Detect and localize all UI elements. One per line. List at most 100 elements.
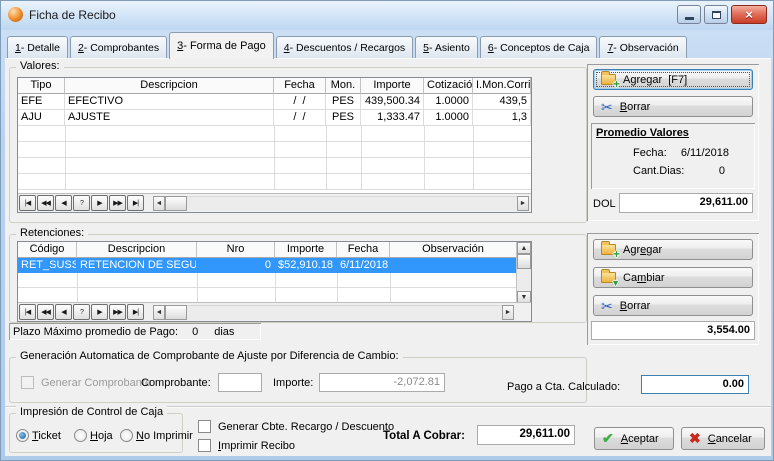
- nav-next-page-button[interactable]: ▶▶: [109, 304, 126, 320]
- promedio-dias-value: 0: [719, 165, 725, 177]
- generar-recargo-label[interactable]: Generar Cbte. Recargo / Descuento: [218, 421, 394, 433]
- tab-observacion[interactable]: 7 - Observación: [599, 36, 686, 58]
- ticket-radio-label[interactable]: Ticket: [32, 430, 61, 442]
- retenciones-agregar-label: Agregar: [623, 244, 662, 256]
- generacion-group-label: Generación Automatica de Comprobante de …: [16, 350, 403, 362]
- vscroll-up-arrow[interactable]: ▲: [517, 242, 531, 254]
- aceptar-button[interactable]: ✔ Aceptar: [594, 427, 674, 450]
- tab-conceptos-de-caja[interactable]: 6 - Conceptos de Caja: [480, 36, 598, 58]
- nav-prior-button[interactable]: ◀: [55, 304, 72, 320]
- tab-comprobantes[interactable]: 2 - Comprobantes: [70, 36, 167, 58]
- hscroll-left-arrow[interactable]: ◄: [153, 196, 165, 211]
- promedio-fecha-label: Fecha:: [633, 147, 667, 159]
- cancelar-button[interactable]: ✖ Cancelar: [681, 427, 765, 450]
- valores-row-ajuste[interactable]: AJU AJUSTE / / PES 1,333.47 1.0000 1,3: [18, 110, 531, 126]
- nav-next-button[interactable]: ▶: [91, 195, 108, 211]
- retenciones-group-label: Retenciones:: [16, 227, 88, 239]
- nav-next-page-button[interactable]: ▶▶: [109, 195, 126, 211]
- hscroll-left-arrow[interactable]: ◄: [153, 305, 165, 320]
- nav-prior-button[interactable]: ◀: [55, 195, 72, 211]
- hscroll-right-arrow[interactable]: ►: [502, 305, 514, 320]
- col-observacion: Observación: [390, 242, 517, 258]
- retenciones-vscrollbar[interactable]: ▲ ▼: [516, 242, 531, 303]
- cell-codigo: RET_SUSS: [18, 258, 77, 273]
- dol-amount-field[interactable]: 29,611.00: [619, 193, 753, 213]
- nav-prior-page-button[interactable]: ◀◀: [37, 195, 54, 211]
- vscroll-thumb[interactable]: [517, 254, 531, 269]
- total-a-cobrar-field[interactable]: 29,611.00: [477, 425, 575, 445]
- window: Ficha de Recibo × 1 - Detalle 2 - Compro…: [0, 0, 774, 461]
- generar-recargo-checkbox[interactable]: [198, 420, 211, 433]
- cancelar-label: Cancelar: [708, 433, 752, 445]
- no-imprimir-radio[interactable]: [120, 429, 133, 442]
- nav-first-button[interactable]: |◀: [19, 195, 36, 211]
- cell-cotizacion: 1.0000: [424, 110, 473, 126]
- valores-borrar-button[interactable]: ✂ Borrar: [593, 96, 753, 117]
- nav-refresh-button[interactable]: ?: [73, 195, 90, 211]
- retenciones-navigator: |◀ ◀◀ ◀ ? ▶ ▶▶ ▶| ◄ ►: [18, 302, 531, 321]
- valores-navigator: |◀ ◀◀ ◀ ? ▶ ▶▶ ▶| ◄ ►: [18, 193, 531, 212]
- nav-first-button[interactable]: |◀: [19, 304, 36, 320]
- hscroll-thumb[interactable]: [165, 305, 187, 320]
- close-icon: ×: [745, 8, 753, 21]
- valores-hscrollbar[interactable]: ◄ ►: [153, 196, 529, 211]
- hscroll-track[interactable]: [187, 305, 502, 320]
- retenciones-agregar-button[interactable]: + Agregar: [593, 239, 753, 260]
- col-descripcion: Descripcion: [65, 78, 274, 94]
- promedio-valores-panel: Promedio Valores Fecha: 6/11/2018 Cant.D…: [591, 123, 755, 189]
- nav-refresh-button[interactable]: ?: [73, 304, 90, 320]
- valores-grid: Tipo Descripcion Fecha Mon. Importe Coti…: [17, 77, 532, 213]
- tab-detalle[interactable]: 1 - Detalle: [7, 36, 68, 58]
- valores-agregar-button[interactable]: + Agregar [F7]: [593, 69, 753, 90]
- nav-next-button[interactable]: ▶: [91, 304, 108, 320]
- plazo-panel: Plazo Máximo promedio de Pago: 0 dias: [9, 323, 261, 340]
- impresion-groupbox: Impresión de Control de Caja Ticket Hoja…: [9, 413, 183, 453]
- retenciones-hscrollbar[interactable]: ◄ ►: [153, 305, 514, 320]
- retenciones-row-selected[interactable]: RET_SUSS RETENCION DE SEGURID 0 $52,910.…: [18, 258, 531, 273]
- tab-forma-de-pago[interactable]: 3 - Forma de Pago: [169, 32, 274, 59]
- hscroll-right-arrow[interactable]: ►: [517, 196, 529, 211]
- nav-last-button[interactable]: ▶|: [127, 304, 144, 320]
- ticket-radio[interactable]: [16, 429, 29, 442]
- minimize-button[interactable]: [677, 5, 701, 24]
- nav-last-button[interactable]: ▶|: [127, 195, 144, 211]
- plazo-label: Plazo Máximo promedio de Pago:: [13, 326, 178, 338]
- pago-cta-label: Pago a Cta. Calculado:: [507, 381, 620, 393]
- hscroll-track[interactable]: [187, 196, 517, 211]
- no-imprimir-radio-label[interactable]: No Imprimir: [136, 430, 193, 442]
- retenciones-borrar-button[interactable]: ✂ Borrar: [593, 295, 753, 316]
- retenciones-monto-field[interactable]: 3,554.00: [591, 321, 755, 340]
- cell-descripcion: EFECTIVO: [65, 94, 274, 110]
- col-tipo: Tipo: [18, 78, 65, 94]
- maximize-button[interactable]: [704, 5, 728, 24]
- valores-row-efectivo[interactable]: EFE EFECTIVO / / PES 439,500.34 1.0000 4…: [18, 94, 531, 110]
- window-title: Ficha de Recibo: [29, 8, 116, 22]
- titlebar[interactable]: Ficha de Recibo ×: [1, 1, 773, 30]
- hscroll-thumb[interactable]: [165, 196, 187, 211]
- app-icon: [8, 7, 23, 22]
- cell-importe: 1,333.47: [361, 110, 424, 126]
- tab-asiento[interactable]: 5 - Asiento: [415, 36, 478, 58]
- check-icon: ✔: [602, 430, 614, 447]
- col-mon: Mon.: [326, 78, 361, 94]
- retenciones-cambiar-button[interactable]: ▼ Cambiar: [593, 267, 753, 288]
- nav-prior-page-button[interactable]: ◀◀: [37, 304, 54, 320]
- pago-cta-field[interactable]: 0.00: [641, 375, 749, 394]
- plazo-value: 0: [192, 326, 198, 338]
- hoja-radio-label[interactable]: Hoja: [90, 430, 113, 442]
- comprobante-input[interactable]: [218, 373, 262, 392]
- cell-fecha: / /: [274, 110, 326, 126]
- imprimir-recibo-checkbox[interactable]: [198, 439, 211, 452]
- cell-nro: 0: [197, 258, 275, 273]
- hoja-radio[interactable]: [74, 429, 87, 442]
- imprimir-recibo-label[interactable]: Imprimir Recibo: [218, 440, 295, 452]
- cell-fecha: / /: [274, 94, 326, 110]
- col-importe: Importe: [275, 242, 337, 258]
- close-button[interactable]: ×: [731, 5, 767, 24]
- vscroll-track[interactable]: [517, 269, 531, 291]
- tab-descuentos-recargos[interactable]: 4 - Descuentos / Recargos: [276, 36, 413, 58]
- retenciones-side-panel: + Agregar ▼ Cambiar ✂ Borrar 3,554.00: [587, 233, 759, 345]
- importe-label: Importe:: [273, 377, 313, 389]
- generar-comprobante-label: Generar Comprobante: [41, 377, 151, 389]
- cell-cotizacion: 1.0000: [424, 94, 473, 110]
